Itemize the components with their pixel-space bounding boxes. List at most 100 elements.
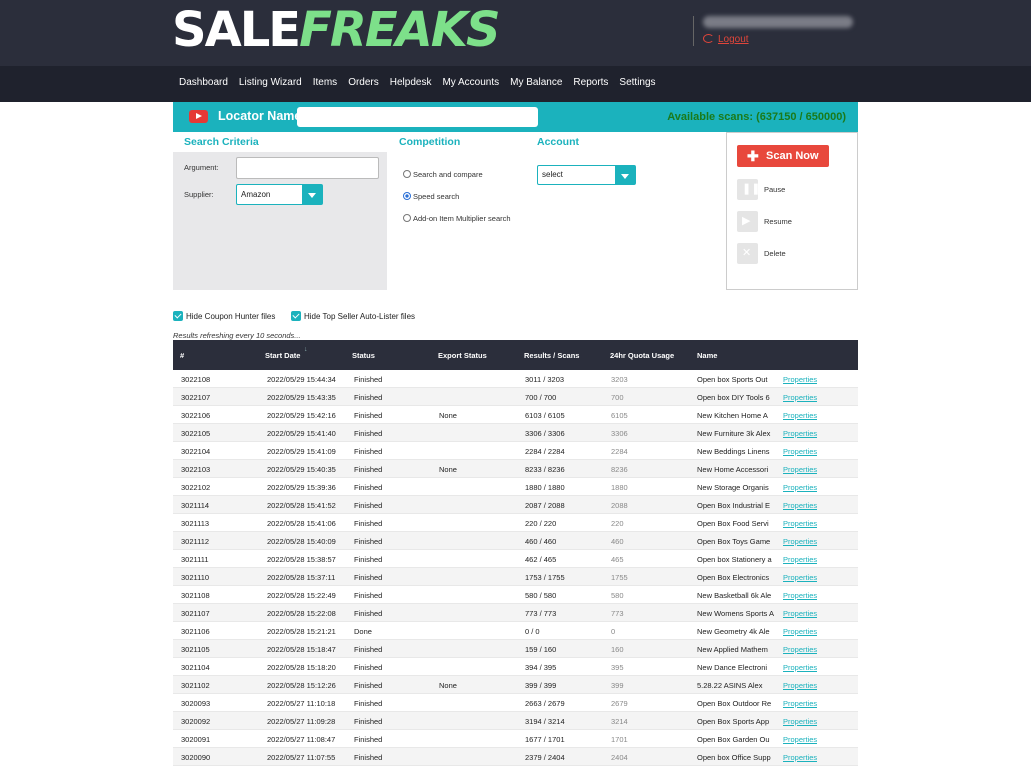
cell-status: Finished [354, 573, 383, 582]
column-header[interactable]: 24hr Quota Usage [610, 351, 674, 360]
table-row[interactable]: 3021102 2022/05/28 15:12:26 Finished None 39… [173, 676, 858, 694]
table-row[interactable]: 3022107 2022/05/29 15:43:35 Finished 700 / … [173, 388, 858, 406]
nav-item-listing-wizard[interactable]: Listing Wizard [239, 77, 302, 88]
cell-results-scans: 3011 / 3203 [525, 375, 565, 384]
cell-24hr-quota-usage: 700 [611, 393, 624, 402]
table-row[interactable]: 3022102 2022/05/29 15:39:36 Finished 1880 /… [173, 478, 858, 496]
properties-link[interactable]: Properties [783, 537, 817, 546]
properties-link[interactable]: Properties [783, 609, 817, 618]
properties-link[interactable]: Properties [783, 465, 817, 474]
account-select[interactable]: select [537, 165, 636, 185]
available-scans: Available scans: (637150 / 650000) [667, 111, 846, 123]
cell-name: New Dance Electroni [697, 663, 768, 672]
column-header[interactable]: Start Date [265, 351, 300, 360]
youtube-icon[interactable] [189, 110, 208, 123]
resume-button[interactable]: ▶ [737, 211, 758, 232]
table-row[interactable]: 3021111 2022/05/28 15:38:57 Finished 462 / … [173, 550, 858, 568]
table-row[interactable]: 3021108 2022/05/28 15:22:49 Finished 580 / … [173, 586, 858, 604]
table-row[interactable]: 3022103 2022/05/29 15:40:35 Finished None 82… [173, 460, 858, 478]
properties-link[interactable]: Properties [783, 717, 817, 726]
properties-link[interactable]: Properties [783, 555, 817, 564]
argument-textarea[interactable] [236, 157, 379, 179]
supplier-select[interactable]: Amazon [236, 184, 323, 205]
nav-item-reports[interactable]: Reports [573, 77, 608, 88]
delete-button[interactable]: ✕ [737, 243, 758, 264]
cell-24hr-quota-usage: 1880 [611, 483, 628, 492]
cell-: 3021114 [181, 501, 210, 510]
properties-link[interactable]: Properties [783, 519, 817, 528]
cell-: 3022103 [181, 465, 211, 474]
column-header[interactable]: Results / Scans [524, 351, 579, 360]
table-row[interactable]: 3021106 2022/05/28 15:21:21 Done 0 / 0 0 New… [173, 622, 858, 640]
competition-radio-0[interactable]: Search and compare [403, 170, 483, 179]
nav-item-my-balance[interactable]: My Balance [510, 77, 562, 88]
table-row[interactable]: 3022106 2022/05/29 15:42:16 Finished None 61… [173, 406, 858, 424]
properties-link[interactable]: Properties [783, 375, 817, 384]
nav-item-helpdesk[interactable]: Helpdesk [390, 77, 432, 88]
cell-status: Finished [354, 735, 383, 744]
cell-: 3021111 [181, 555, 209, 564]
table-row[interactable]: 3021112 2022/05/28 15:40:09 Finished 460 / … [173, 532, 858, 550]
user-divider [693, 16, 694, 46]
table-row[interactable]: 3021105 2022/05/28 15:18:47 Finished 159 / … [173, 640, 858, 658]
competition-radio-2[interactable]: Add-on Item Multiplier search [403, 214, 511, 223]
scans-table: ↓ # Start Date Status Export Status Results … [173, 340, 858, 766]
locator-name-input[interactable] [297, 107, 538, 127]
column-header[interactable]: Status [352, 351, 375, 360]
hide-top-seller-checkbox[interactable]: Hide Top Seller Auto-Lister files [291, 311, 415, 321]
radio-icon [403, 170, 411, 178]
nav-item-dashboard[interactable]: Dashboard [179, 77, 228, 88]
properties-link[interactable]: Properties [783, 591, 817, 600]
cell-: 3022106 [181, 411, 211, 420]
table-row[interactable]: 3020092 2022/05/27 11:09:28 Finished 3194 /… [173, 712, 858, 730]
salefreaks-logo[interactable]: SALEFREAKS [172, 4, 501, 56]
column-header[interactable]: Export Status [438, 351, 487, 360]
properties-link[interactable]: Properties [783, 699, 817, 708]
table-row[interactable]: 3022108 2022/05/29 15:44:34 Finished 3011 /… [173, 370, 858, 388]
properties-link[interactable]: Properties [783, 411, 817, 420]
blurred-user-email [703, 16, 853, 28]
properties-link[interactable]: Properties [783, 447, 817, 456]
nav-item-orders[interactable]: Orders [348, 77, 379, 88]
table-row[interactable]: 3021114 2022/05/28 15:41:52 Finished 2087 /… [173, 496, 858, 514]
sort-arrow-icon[interactable]: ↓ [304, 346, 308, 353]
properties-link[interactable]: Properties [783, 753, 817, 762]
table-row[interactable]: 3021104 2022/05/28 15:18:20 Finished 394 / … [173, 658, 858, 676]
table-row[interactable]: 3022104 2022/05/29 15:41:09 Finished 2284 /… [173, 442, 858, 460]
properties-link[interactable]: Properties [783, 501, 817, 510]
competition-radio-1[interactable]: Speed search [403, 192, 459, 201]
hide-coupon-checkbox[interactable]: Hide Coupon Hunter files [173, 311, 275, 321]
table-row[interactable]: 3020090 2022/05/27 11:07:55 Finished 2379 /… [173, 748, 858, 766]
properties-link[interactable]: Properties [783, 663, 817, 672]
table-row[interactable]: 3021107 2022/05/28 15:22:08 Finished 773 / … [173, 604, 858, 622]
properties-link[interactable]: Properties [783, 483, 817, 492]
column-header[interactable]: Name [697, 351, 717, 360]
cell-start-date: 2022/05/28 15:41:52 [267, 501, 336, 510]
nav-item-my-accounts[interactable]: My Accounts [442, 77, 499, 88]
nav-item-items[interactable]: Items [313, 77, 337, 88]
properties-link[interactable]: Properties [783, 573, 817, 582]
scan-now-button[interactable]: ✚ Scan Now [737, 145, 829, 167]
column-header[interactable]: # [180, 351, 184, 360]
argument-label: Argument: [184, 163, 219, 172]
properties-link[interactable]: Properties [783, 645, 817, 654]
properties-link[interactable]: Properties [783, 735, 817, 744]
cell-: 3022108 [181, 375, 211, 384]
properties-link[interactable]: Properties [783, 393, 817, 402]
cell-: 3022107 [181, 393, 211, 402]
table-row[interactable]: 3022105 2022/05/29 15:41:40 Finished 3306 /… [173, 424, 858, 442]
cell-: 3022102 [181, 483, 211, 492]
nav-item-settings[interactable]: Settings [619, 77, 655, 88]
properties-link[interactable]: Properties [783, 627, 817, 636]
radio-icon [403, 192, 411, 200]
logout-icon [703, 34, 714, 43]
table-row[interactable]: 3021110 2022/05/28 15:37:11 Finished 1753 /… [173, 568, 858, 586]
cell-status: Finished [354, 753, 383, 762]
table-row[interactable]: 3020093 2022/05/27 11:10:18 Finished 2663 /… [173, 694, 858, 712]
pause-button[interactable]: ❚❚ [737, 179, 760, 200]
properties-link[interactable]: Properties [783, 429, 817, 438]
table-row[interactable]: 3020091 2022/05/27 11:08:47 Finished 1677 /… [173, 730, 858, 748]
logout-link[interactable]: Logout [703, 34, 749, 45]
properties-link[interactable]: Properties [783, 681, 817, 690]
table-row[interactable]: 3021113 2022/05/28 15:41:06 Finished 220 / … [173, 514, 858, 532]
